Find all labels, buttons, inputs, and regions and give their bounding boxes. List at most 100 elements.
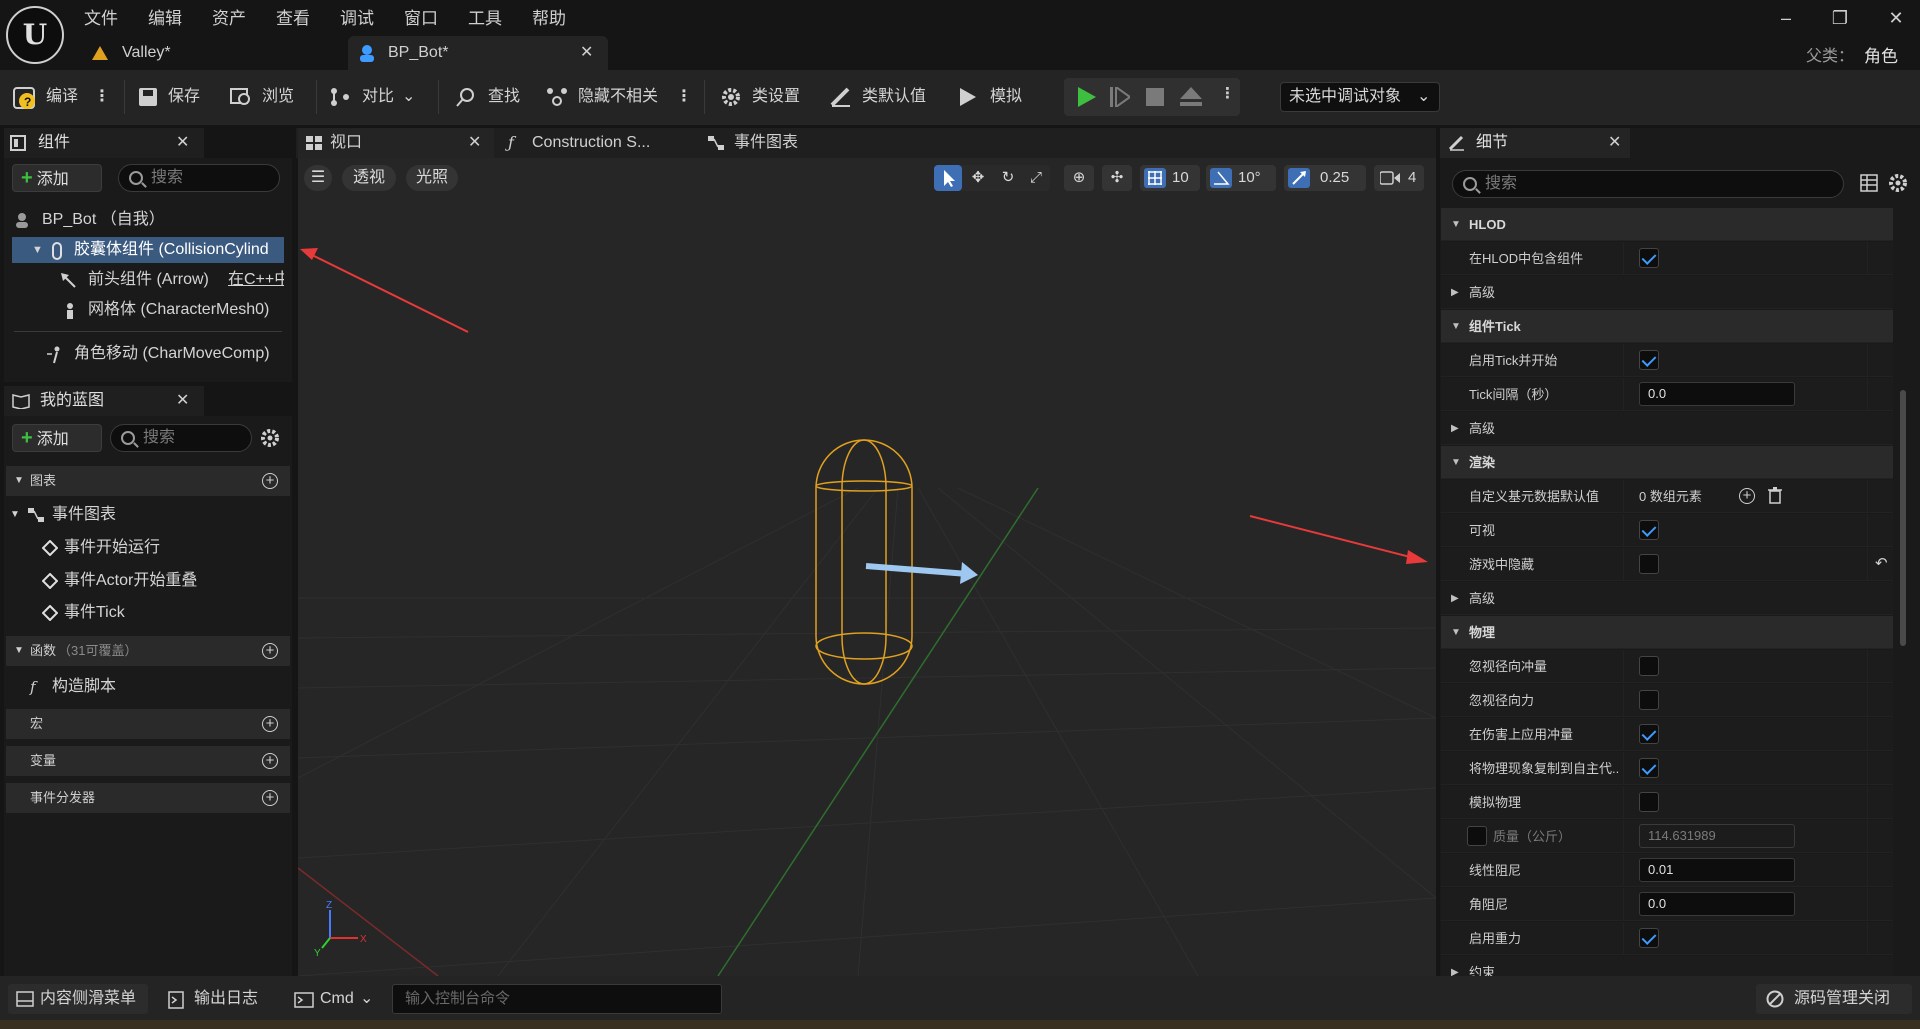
eject-icon[interactable] xyxy=(1180,87,1202,107)
hide-unrelated-button[interactable]: 隐藏不相关 ⋮ xyxy=(546,82,692,112)
override-checkbox[interactable] xyxy=(1467,826,1487,846)
scale-snap-button[interactable]: 0.25 xyxy=(1284,165,1366,191)
lighting-button[interactable]: 光照 xyxy=(406,165,458,191)
menu-file[interactable]: 文件 xyxy=(84,4,118,28)
section-dispatchers[interactable]: 事件分发器 + xyxy=(6,783,290,813)
source-control-button[interactable]: 源码管理关闭 xyxy=(1756,984,1912,1014)
reset-to-default-icon[interactable]: ↶ xyxy=(1875,554,1888,572)
debug-target-select[interactable]: 未选中调试对象 ⌄ xyxy=(1280,82,1440,112)
settings-gear-icon[interactable] xyxy=(1888,173,1908,193)
camera-speed-button[interactable]: 4 xyxy=(1374,165,1424,191)
close-icon[interactable]: ✕ xyxy=(580,36,593,70)
find-button[interactable]: 查找 xyxy=(456,82,526,112)
blueprint-search-input[interactable]: 搜索 xyxy=(110,424,252,452)
section-graphs[interactable]: ▼ 图表 + xyxy=(6,466,290,496)
details-subcategory[interactable]: ▶ 高级 xyxy=(1441,276,1893,309)
tab-valley[interactable]: Valley* xyxy=(88,36,338,70)
add-function-icon[interactable]: + xyxy=(262,643,278,659)
tree-item-capsule[interactable]: ▼ 胶囊体组件 (CollisionCylind xyxy=(12,237,284,263)
event-graph-item[interactable]: ▼ 事件图表 xyxy=(10,502,280,528)
settings-gear-icon[interactable] xyxy=(260,428,280,448)
diff-button[interactable]: 对比 ⌄ xyxy=(330,82,420,112)
tab-viewport[interactable]: 视口 ✕ xyxy=(298,128,494,158)
rotate-tool-icon[interactable]: ↻ xyxy=(994,165,1022,191)
close-icon[interactable]: ✕ xyxy=(176,386,189,416)
property-checkbox[interactable] xyxy=(1639,724,1659,744)
construction-script-item[interactable]: f 构造脚本 xyxy=(26,674,280,700)
menu-tools[interactable]: 工具 xyxy=(468,4,502,28)
close-icon[interactable]: ✕ xyxy=(176,128,189,158)
trash-icon[interactable] xyxy=(1767,486,1783,504)
add-graph-icon[interactable]: + xyxy=(262,473,278,489)
cmd-select[interactable]: Cmd ⌄ xyxy=(290,984,380,1014)
property-checkbox[interactable] xyxy=(1639,248,1659,268)
property-checkbox[interactable] xyxy=(1639,656,1659,676)
event-item[interactable]: 事件Tick xyxy=(40,600,280,626)
step-icon[interactable] xyxy=(1110,87,1130,107)
add-dispatcher-icon[interactable]: + xyxy=(262,790,278,806)
grid-snap-button[interactable]: 10 xyxy=(1140,165,1200,191)
move-tool-icon[interactable]: ✥ xyxy=(964,165,992,191)
scale-tool-icon[interactable]: ⤢ xyxy=(1022,165,1050,191)
menu-edit[interactable]: 编辑 xyxy=(148,4,182,28)
menu-asset[interactable]: 资产 xyxy=(212,4,246,28)
my-blueprint-tab[interactable]: 我的蓝图 ✕ xyxy=(4,386,204,416)
console-input[interactable]: 输入控制台命令 xyxy=(392,984,722,1014)
menu-debug[interactable]: 调试 xyxy=(340,4,374,28)
add-member-button[interactable]: + 添加 xyxy=(12,424,102,452)
details-search-input[interactable]: 搜索 xyxy=(1452,170,1844,198)
content-drawer-button[interactable]: 内容侧滑菜单 xyxy=(8,984,148,1014)
details-category[interactable]: ▼ 渲染 xyxy=(1441,446,1893,479)
play-icon[interactable] xyxy=(1076,87,1096,107)
tree-item-self[interactable]: BP_Bot （自我） xyxy=(12,207,282,233)
section-functions[interactable]: ▼ 函数 （31可覆盖） + xyxy=(6,636,290,666)
add-variable-icon[interactable]: + xyxy=(262,753,278,769)
menu-window[interactable]: 窗口 xyxy=(404,4,438,28)
property-checkbox[interactable] xyxy=(1639,792,1659,812)
rotation-snap-button[interactable]: 10° xyxy=(1206,165,1276,191)
close-icon[interactable]: ✕ xyxy=(468,128,481,158)
components-search-input[interactable]: 搜索 xyxy=(118,164,280,192)
details-category[interactable]: ▼ 组件Tick xyxy=(1441,310,1893,343)
event-item[interactable]: 事件Actor开始重叠 xyxy=(40,568,280,594)
add-macro-icon[interactable]: + xyxy=(262,716,278,732)
save-button[interactable]: 保存 xyxy=(138,82,208,112)
viewport-menu-button[interactable]: ☰ xyxy=(304,165,332,191)
tree-item-arrow[interactable]: 前头组件 (Arrow) 在C++中 xyxy=(12,267,284,293)
restore-icon[interactable]: ❐ xyxy=(1828,8,1852,32)
select-tool-icon[interactable] xyxy=(934,165,962,191)
property-checkbox[interactable] xyxy=(1639,350,1659,370)
world-local-icon[interactable]: ⊕ xyxy=(1064,165,1094,191)
stop-icon[interactable] xyxy=(1146,88,1164,106)
browse-button[interactable]: 浏览 xyxy=(230,82,300,112)
tree-item-mesh[interactable]: 网格体 (CharacterMesh0) xyxy=(12,297,284,323)
details-tab[interactable]: 细节 ✕ xyxy=(1440,128,1630,158)
add-component-button[interactable]: + 添加 xyxy=(12,164,102,192)
property-number-input[interactable]: 0.01 xyxy=(1639,858,1795,882)
close-icon[interactable]: ✕ xyxy=(1608,128,1621,158)
class-settings-button[interactable]: 类设置 xyxy=(720,82,810,112)
details-category[interactable]: ▼ 物理 xyxy=(1441,616,1893,649)
section-macros[interactable]: 宏 + xyxy=(6,709,290,739)
class-defaults-button[interactable]: 类默认值 xyxy=(830,82,940,112)
perspective-button[interactable]: 透视 xyxy=(342,165,396,191)
property-checkbox[interactable] xyxy=(1639,758,1659,778)
parent-class-value[interactable]: 角色 xyxy=(1864,42,1898,67)
property-checkbox[interactable] xyxy=(1639,554,1659,574)
menu-help[interactable]: 帮助 xyxy=(532,4,566,28)
event-item[interactable]: 事件开始运行 xyxy=(40,535,280,561)
components-tab[interactable]: 组件 ✕ xyxy=(4,128,204,158)
tree-item-movement[interactable]: 角色移动 (CharMoveComp) xyxy=(12,341,284,367)
details-category[interactable]: ▼ HLOD xyxy=(1441,208,1893,241)
unreal-logo-icon[interactable]: U xyxy=(6,6,64,64)
tab-bp-bot[interactable]: BP_Bot* ✕ xyxy=(348,36,608,70)
details-subcategory[interactable]: ▶ 高级 xyxy=(1441,582,1893,615)
add-element-icon[interactable]: + xyxy=(1739,488,1755,504)
property-checkbox[interactable] xyxy=(1639,690,1659,710)
section-variables[interactable]: 变量 + xyxy=(6,746,290,776)
output-log-button[interactable]: 输出日志 xyxy=(164,984,274,1014)
details-scrollbar[interactable] xyxy=(1900,390,1906,646)
minimize-icon[interactable]: – xyxy=(1774,8,1798,32)
tab-construction-script[interactable]: ƒ Construction S... xyxy=(500,128,680,158)
property-number-input[interactable]: 0.0 xyxy=(1639,892,1795,916)
